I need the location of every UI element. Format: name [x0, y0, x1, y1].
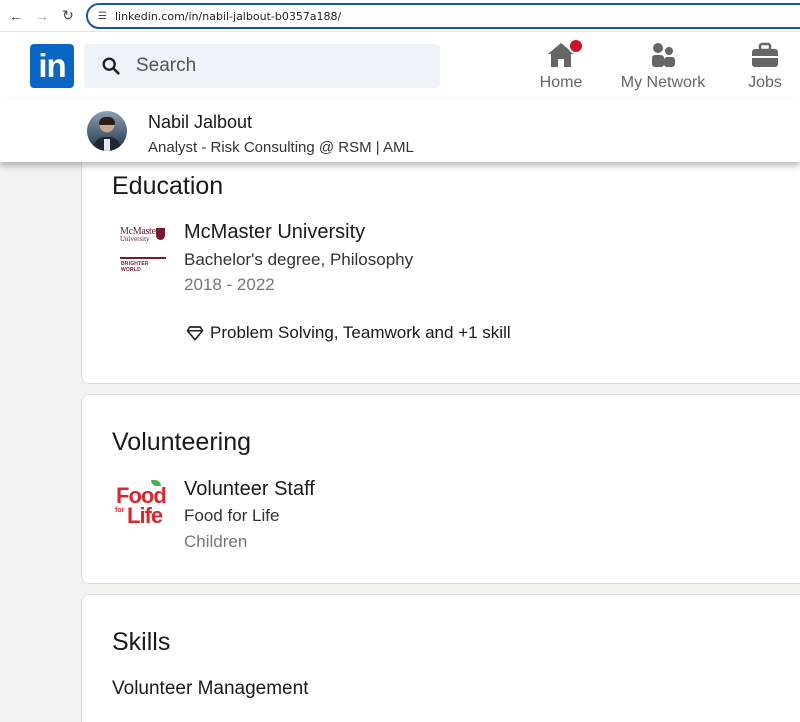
linkedin-logo[interactable]: in [30, 44, 74, 88]
profile-name: Nabil Jalbout [148, 112, 253, 132]
education-skills-link[interactable]: Problem Solving, Teamwork and +1 skill [186, 323, 511, 343]
food-for-life-logo[interactable]: Food for Life [114, 480, 172, 528]
search-bar[interactable]: Search [84, 44, 440, 88]
education-title: Education [112, 172, 224, 200]
profile-headline: Analyst - Risk Consulting @ RSM | AML [148, 139, 414, 156]
education-school[interactable]: McMaster University [184, 221, 365, 244]
nav-my-network-label: My Network [620, 74, 706, 91]
volunteer-role: Volunteer Staff [184, 478, 315, 500]
nav-my-network[interactable]: My Network [618, 38, 708, 98]
avatar-shirt [104, 139, 110, 151]
ffl-logo-for: for [115, 507, 125, 514]
forward-arrow-icon[interactable]: → [29, 3, 55, 29]
avatar[interactable] [87, 111, 127, 151]
browser-toolbar: ← → ↻ ☰ linkedin.com/in/nabil-jalbout-b0… [0, 0, 800, 32]
mcmaster-crest-icon [156, 228, 165, 240]
reload-icon[interactable]: ↻ [55, 3, 81, 29]
ffl-logo-life: Life [127, 503, 163, 528]
diamond-icon [186, 326, 204, 341]
site-settings-icon[interactable]: ☰ [98, 11, 107, 22]
search-placeholder: Search [136, 55, 197, 76]
people-icon [652, 43, 675, 67]
volunteer-organization: Food for Life [184, 506, 280, 525]
nav-jobs[interactable]: Jobs [742, 38, 788, 98]
address-url: linkedin.com/in/nabil-jalbout-b0357a188/ [114, 9, 342, 23]
nav-home-label: Home [539, 74, 583, 91]
education-degree: Bachelor's degree, Philosophy [184, 250, 414, 269]
back-arrow-icon[interactable]: ← [3, 3, 29, 29]
avatar-hair [99, 117, 115, 125]
address-bar[interactable]: ☰ linkedin.com/in/nabil-jalbout-b0357a18… [86, 3, 800, 29]
logo-text: in [38, 47, 66, 84]
nav-jobs-label: Jobs [748, 74, 782, 91]
skill-item[interactable]: Volunteer Management [112, 678, 308, 700]
education-dates: 2018 - 2022 [184, 275, 275, 294]
mcmaster-logo[interactable]: McMaster University BRIGHTER WORLD [118, 224, 168, 273]
notification-badge [568, 38, 584, 54]
volunteer-cause: Children [184, 532, 248, 551]
volunteering-title: Volunteering [112, 428, 252, 456]
linkedin-header: in Search Home My Network Jobs [0, 32, 800, 100]
nav-home[interactable]: Home [536, 38, 586, 98]
education-skills-text: Problem Solving, Teamwork and +1 skill [210, 323, 511, 342]
skills-card [81, 594, 800, 722]
logo-divider [120, 257, 166, 259]
mcmaster-logo-line2: University [120, 235, 150, 243]
briefcase-icon [752, 42, 778, 67]
mcmaster-logo-tag: BRIGHTER WORLD [121, 261, 149, 273]
skill-associated-logo [118, 716, 138, 722]
skills-title: Skills [112, 628, 171, 656]
sticky-profile-bar: Nabil Jalbout Analyst - Risk Consulting … [0, 100, 800, 162]
search-icon [102, 57, 120, 75]
